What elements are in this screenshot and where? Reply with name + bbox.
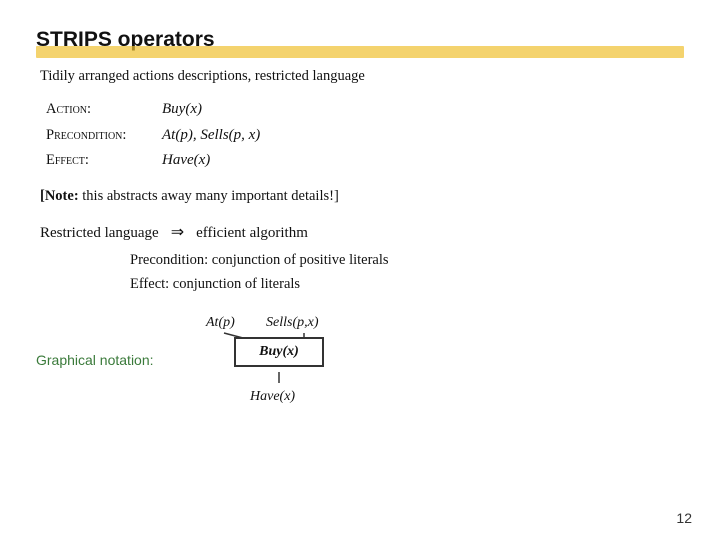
diagram-have: Have(x) <box>250 389 295 405</box>
effect-line: Effect: Have(x) <box>46 148 684 174</box>
diagram: At(p) Sells(p,x) Buy(x) Have(x) <box>186 315 406 405</box>
page-number: 12 <box>676 510 692 526</box>
graphical-label: Graphical notation: <box>36 352 156 368</box>
effect-label: Effect: <box>46 148 156 173</box>
action-label: Action: <box>46 97 156 122</box>
slide-container: STRIPS operators Tidily arranged actions… <box>0 0 720 540</box>
note-prefix: [Note: <box>40 188 79 204</box>
action-block: Action: Buy(x) Precondition: At(p), Sell… <box>46 97 684 174</box>
restricted-block: Restricted language ⇒ efficient algorith… <box>40 219 684 298</box>
precondition-value: At(p), Sells(p, x) <box>162 123 260 149</box>
restricted-label: Restricted language <box>40 220 159 247</box>
action-line: Action: Buy(x) <box>46 97 684 123</box>
title-block: STRIPS operators <box>36 28 684 58</box>
note-block: [Note: this abstracts away many importan… <box>40 188 684 205</box>
effect-value: Have(x) <box>162 148 210 174</box>
precondition-label: Precondition: <box>46 123 156 148</box>
intro-text: Tidily arranged actions descriptions, re… <box>40 68 684 85</box>
diagram-box: Buy(x) <box>234 337 324 367</box>
precondition-line: Precondition: At(p), Sells(p, x) <box>46 123 684 149</box>
note-text: this abstracts away many important detai… <box>82 188 339 204</box>
sub-item-1: Precondition: conjunction of positive li… <box>130 249 684 297</box>
restricted-row: Restricted language ⇒ efficient algorith… <box>40 219 684 248</box>
arrow: ⇒ <box>171 219 184 248</box>
restricted-result: efficient algorithm <box>196 220 308 247</box>
graphical-section: Graphical notation: At(p) Sells(p,x) <box>36 315 684 405</box>
title-underline <box>36 46 684 58</box>
action-value: Buy(x) <box>162 97 202 123</box>
